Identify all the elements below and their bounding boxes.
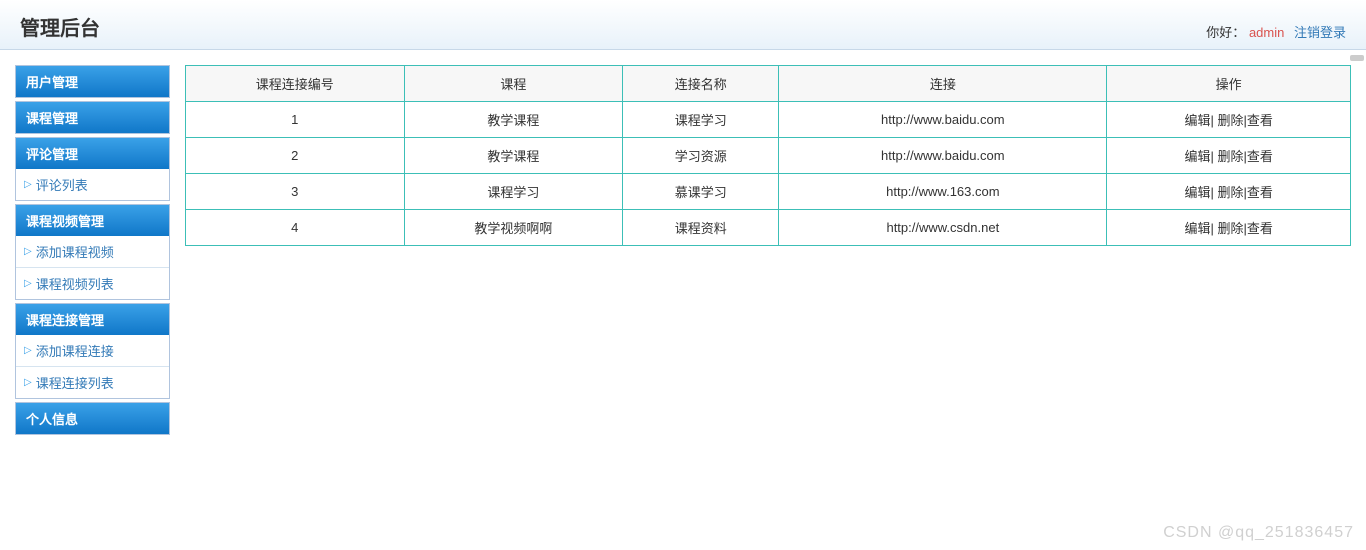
view-link[interactable]: 查看 (1247, 185, 1273, 200)
table-cell-link: http://www.csdn.net (779, 210, 1107, 246)
sidebar-section: 课程视频管理 ▷ 添加课程视频 ▷ 课程视频列表 (15, 204, 170, 300)
table-cell-course: 教学课程 (404, 138, 623, 174)
table-cell-name: 课程资料 (623, 210, 779, 246)
edit-link[interactable]: 编辑 (1184, 113, 1210, 128)
table-row: 2教学课程学习资源http://www.baidu.com编辑| 删除|查看 (186, 138, 1351, 174)
delete-link[interactable]: 删除 (1217, 149, 1243, 164)
chevron-right-icon: ▷ (24, 377, 32, 388)
table-cell-course: 教学课程 (404, 102, 623, 138)
table-cell-name: 课程学习 (623, 102, 779, 138)
table-cell-actions: 编辑| 删除|查看 (1107, 174, 1351, 210)
sidebar-header-4[interactable]: 课程连接管理 (16, 304, 169, 335)
chevron-right-icon: ▷ (24, 179, 32, 190)
greeting-label: 你好： (1206, 25, 1245, 40)
table-header-3: 连接 (779, 66, 1107, 102)
delete-link[interactable]: 删除 (1217, 185, 1243, 200)
sidebar-item-2-0[interactable]: ▷ 评论列表 (16, 169, 169, 200)
sidebar-section: 个人信息 (15, 402, 170, 435)
data-table: 课程连接编号课程连接名称连接操作 1教学课程课程学习http://www.bai… (185, 65, 1351, 246)
container: 用户管理课程管理评论管理▷评论列表课程视频管理▷添加课程视频▷课程视频列表课程连… (0, 50, 1366, 453)
sidebar-header-1[interactable]: 课程管理 (16, 102, 169, 133)
sidebar-header-5[interactable]: 个人信息 (16, 403, 169, 434)
sidebar: 用户管理课程管理评论管理▷评论列表课程视频管理▷添加课程视频▷课程视频列表课程连… (15, 65, 170, 438)
sidebar-item-3-1[interactable]: ▷ 课程视频列表 (16, 267, 169, 299)
sidebar-section: 课程连接管理 ▷ 添加课程连接 ▷ 课程连接列表 (15, 303, 170, 399)
user-info: 你好： admin 注销登录 (1206, 22, 1346, 41)
table-cell-course: 课程学习 (404, 174, 623, 210)
table-cell-link: http://www.163.com (779, 174, 1107, 210)
sidebar-item-3-0[interactable]: ▷ 添加课程视频 (16, 236, 169, 267)
table-cell-link: http://www.baidu.com (779, 102, 1107, 138)
sidebar-item-label: 评论列表 (36, 175, 88, 194)
table-cell-name: 慕课学习 (623, 174, 779, 210)
table-cell-actions: 编辑| 删除|查看 (1107, 210, 1351, 246)
edit-link[interactable]: 编辑 (1184, 185, 1210, 200)
view-link[interactable]: 查看 (1247, 113, 1273, 128)
page-title: 管理后台 (20, 12, 100, 41)
table-cell-name: 学习资源 (623, 138, 779, 174)
table-row: 4教学视频啊啊课程资料http://www.csdn.net编辑| 删除|查看 (186, 210, 1351, 246)
main-content: 课程连接编号课程连接名称连接操作 1教学课程课程学习http://www.bai… (185, 65, 1351, 438)
sidebar-section: 评论管理 ▷ 评论列表 (15, 137, 170, 201)
sidebar-item-label: 课程连接列表 (36, 373, 114, 392)
sidebar-section: 用户管理 (15, 65, 170, 98)
table-header-2: 连接名称 (623, 66, 779, 102)
table-cell-actions: 编辑| 删除|查看 (1107, 138, 1351, 174)
chevron-right-icon: ▷ (24, 246, 32, 257)
edit-link[interactable]: 编辑 (1184, 149, 1210, 164)
logout-link[interactable]: 注销登录 (1294, 25, 1346, 40)
delete-link[interactable]: 删除 (1217, 221, 1243, 236)
scrollbar-indicator (1350, 55, 1364, 61)
table-header-0: 课程连接编号 (186, 66, 405, 102)
table-header-4: 操作 (1107, 66, 1351, 102)
table-cell-actions: 编辑| 删除|查看 (1107, 102, 1351, 138)
view-link[interactable]: 查看 (1247, 221, 1273, 236)
view-link[interactable]: 查看 (1247, 149, 1273, 164)
username: admin (1249, 25, 1284, 40)
sidebar-item-label: 添加课程视频 (36, 242, 114, 261)
sidebar-item-label: 添加课程连接 (36, 341, 114, 360)
header: 管理后台 你好： admin 注销登录 (0, 0, 1366, 50)
table-header-1: 课程 (404, 66, 623, 102)
sidebar-header-2[interactable]: 评论管理 (16, 138, 169, 169)
chevron-right-icon: ▷ (24, 278, 32, 289)
table-cell-id: 3 (186, 174, 405, 210)
table-cell-link: http://www.baidu.com (779, 138, 1107, 174)
table-row: 1教学课程课程学习http://www.baidu.com编辑| 删除|查看 (186, 102, 1351, 138)
watermark: CSDN @qq_251836457 (1163, 524, 1354, 542)
chevron-right-icon: ▷ (24, 345, 32, 356)
edit-link[interactable]: 编辑 (1184, 221, 1210, 236)
table-row: 3课程学习慕课学习http://www.163.com编辑| 删除|查看 (186, 174, 1351, 210)
table-cell-id: 4 (186, 210, 405, 246)
table-cell-course: 教学视频啊啊 (404, 210, 623, 246)
table-cell-id: 1 (186, 102, 405, 138)
sidebar-header-0[interactable]: 用户管理 (16, 66, 169, 97)
sidebar-item-4-1[interactable]: ▷ 课程连接列表 (16, 366, 169, 398)
delete-link[interactable]: 删除 (1217, 113, 1243, 128)
table-cell-id: 2 (186, 138, 405, 174)
sidebar-section: 课程管理 (15, 101, 170, 134)
sidebar-item-4-0[interactable]: ▷ 添加课程连接 (16, 335, 169, 366)
sidebar-item-label: 课程视频列表 (36, 274, 114, 293)
sidebar-header-3[interactable]: 课程视频管理 (16, 205, 169, 236)
